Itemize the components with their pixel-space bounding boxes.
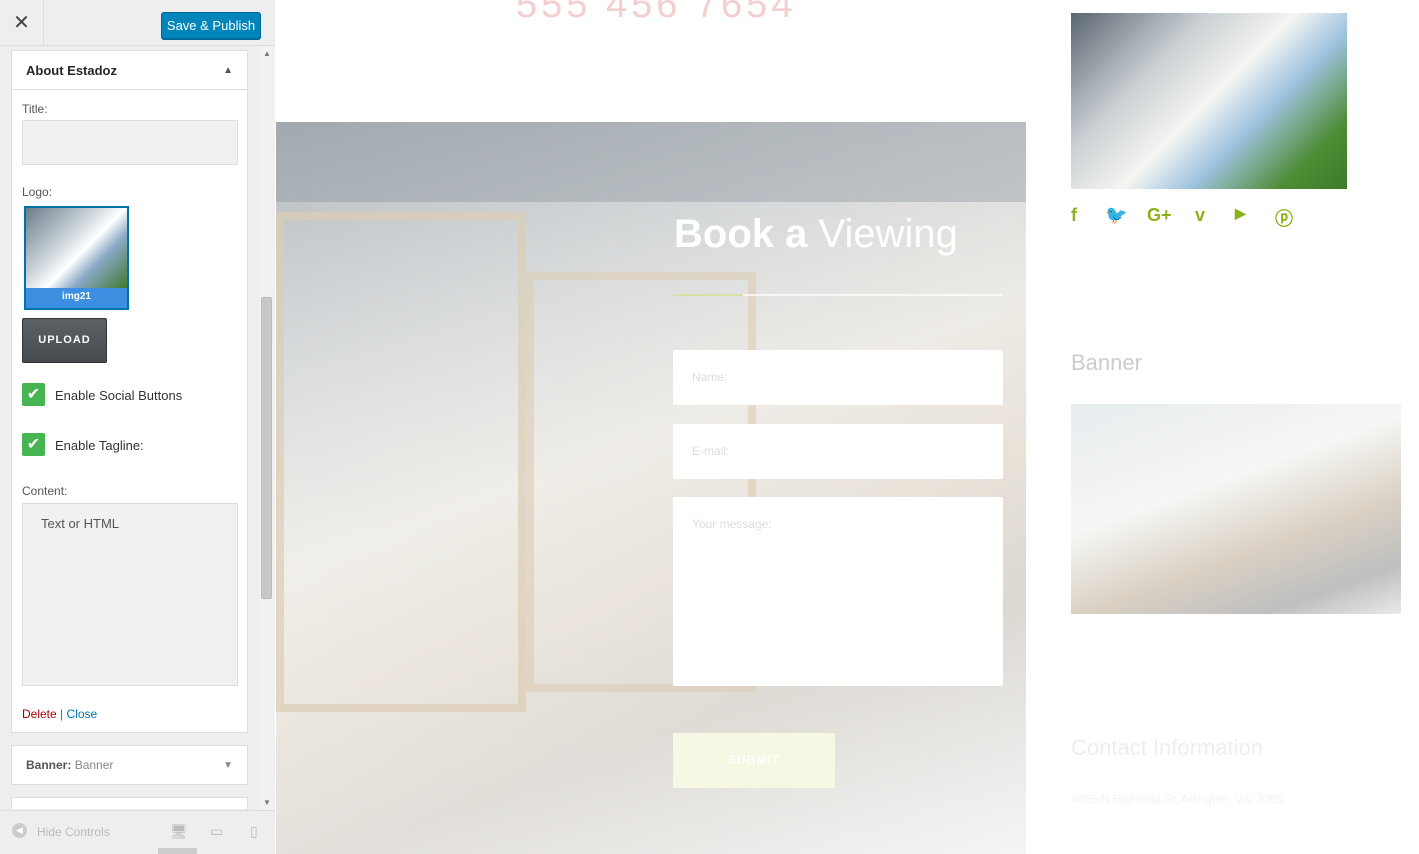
widget-title: About Estadoz [26, 63, 117, 78]
hide-controls-button[interactable]: Hide Controls [37, 825, 110, 839]
contact-address: 4055 N Highland St, Arlington, VA, 3205 [1071, 792, 1284, 806]
collapse-arrow-icon[interactable]: ▲ [223, 51, 233, 90]
submit-button[interactable]: SUBMIT [673, 733, 835, 788]
checkmark-icon: ✔ [26, 386, 41, 403]
title-divider [673, 294, 1003, 296]
hide-controls-icon[interactable]: ◀ [12, 823, 27, 838]
scroll-up-icon[interactable]: ▲ [263, 49, 271, 58]
customizer-topbar: ✕ Save & Publish [0, 0, 275, 46]
vimeo-icon[interactable]: v [1195, 205, 1205, 226]
social-checkbox-label: Enable Social Buttons [55, 388, 183, 403]
contact-heading: Contact Information [1071, 735, 1263, 760]
desktop-preview-icon[interactable]: 🖥 [170, 823, 188, 840]
widget-banner[interactable]: Banner: Banner ▼ [11, 745, 248, 785]
tagline-checkbox[interactable]: ✔ [22, 433, 45, 456]
title-input[interactable] [22, 120, 238, 165]
expand-arrow-icon[interactable]: ▼ [223, 746, 233, 785]
widget-panel-about: About Estadoz ▲ Title: Logo: img21 UPLOA… [11, 50, 248, 733]
mobile-preview-icon[interactable]: ▯ [250, 823, 258, 840]
logo-label: Logo: [22, 185, 53, 199]
link-separator: | [60, 707, 64, 721]
pinterest-icon[interactable]: ⓟ [1275, 205, 1293, 231]
customizer-sidebar: ✕ Save & Publish About Estadoz ▲ Title: … [0, 0, 275, 854]
checkmark-icon: ✔ [26, 436, 41, 453]
widget-actions: Delete | Close [22, 707, 97, 721]
sidebar-scrollbar[interactable]: ▲ ▼ [259, 46, 275, 810]
booking-title: Book a Viewing [674, 212, 958, 257]
facebook-icon[interactable]: f [1071, 205, 1077, 226]
close-link[interactable]: Close [67, 707, 98, 721]
content-label: Content: [22, 484, 68, 498]
youtube-icon[interactable]: ▶ [1235, 205, 1246, 222]
email-input[interactable]: E-mail: [673, 424, 1003, 479]
booking-title-light: Viewing [818, 212, 958, 256]
logo-thumbnail[interactable]: img21 [24, 206, 129, 310]
message-textarea[interactable]: Your message: [673, 497, 1003, 686]
customizer-footer: ◀ Hide Controls 🖥 ▭ ▯ [0, 810, 275, 854]
name-input[interactable]: Name: [673, 350, 1003, 405]
content-textarea[interactable]: Text or HTML [22, 503, 238, 686]
about-image [1071, 13, 1347, 189]
hero-image-roof [276, 122, 1026, 202]
google-plus-icon[interactable]: G+ [1147, 205, 1172, 226]
booking-title-bold: Book a [674, 212, 808, 256]
delete-link[interactable]: Delete [22, 707, 57, 721]
upload-button[interactable]: UPLOAD [22, 318, 107, 363]
tagline-checkbox-label: Enable Tagline: [55, 438, 144, 453]
logo-caption: img21 [62, 291, 91, 302]
save-publish-button[interactable]: Save & Publish [161, 12, 261, 39]
banner-widget-value: Banner [74, 758, 114, 772]
title-label: Title: [22, 102, 48, 116]
banner-heading: Banner [1071, 350, 1142, 375]
logo-image [26, 208, 127, 288]
phone-number: 555 456 7654 [516, 0, 797, 26]
tablet-preview-icon[interactable]: ▭ [210, 823, 223, 840]
banner-image [1071, 404, 1401, 614]
close-customizer-button[interactable]: ✕ [0, 0, 44, 46]
widget-next[interactable] [11, 797, 248, 809]
twitter-icon[interactable]: 🐦 [1105, 205, 1127, 226]
scroll-thumb[interactable] [261, 297, 272, 599]
site-preview: 555 456 7654 Book a Viewing Name: E-mail… [276, 0, 1419, 854]
banner-widget-label: Banner: [26, 758, 72, 772]
booking-hero: Book a Viewing Name: E-mail: Your messag… [276, 122, 1026, 854]
active-device-indicator [158, 848, 197, 854]
title-divider-accent [673, 294, 743, 296]
hero-image-window [276, 212, 526, 712]
scroll-down-icon[interactable]: ▼ [263, 798, 271, 807]
social-checkbox[interactable]: ✔ [22, 383, 45, 406]
widget-header[interactable]: About Estadoz ▲ [12, 51, 247, 90]
